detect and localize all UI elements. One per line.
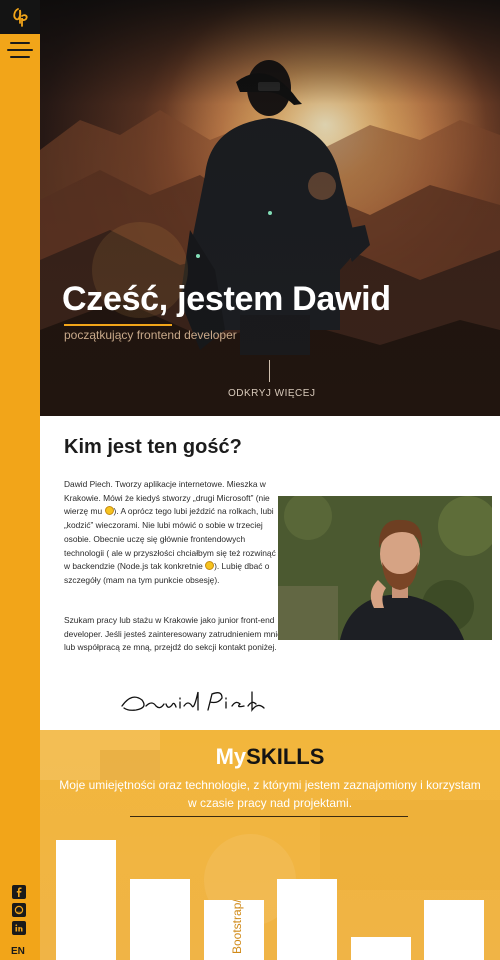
hero-divider — [269, 360, 270, 382]
skill-bar — [130, 879, 190, 960]
facebook-glyph — [16, 887, 22, 897]
hero-title-underline — [64, 324, 172, 326]
linkedin-glyph — [15, 924, 23, 932]
hamburger-icon[interactable] — [6, 40, 34, 60]
skill-bar: Bootstrap/Flex — [204, 900, 264, 960]
hero-section: Cześć, jestem Dawid początkujący fronten… — [40, 0, 500, 416]
skills-title-strong: SKILLS — [246, 744, 325, 769]
skill-bar — [424, 900, 484, 960]
language-switch[interactable]: EN — [11, 946, 25, 957]
skill-bar — [277, 879, 337, 960]
linkedin-icon[interactable] — [12, 921, 26, 935]
discover-more-link[interactable]: ODKRYJ WIĘCEJ — [228, 388, 315, 399]
github-glyph — [14, 905, 24, 915]
skills-title: MySKILLS — [40, 744, 500, 770]
skills-description: Moje umiejętności oraz technologie, z kt… — [59, 778, 481, 810]
hero-subtitle: początkujący frontend developer — [64, 328, 237, 342]
about-section: Kim jest ten gość? Dawid Piech. Tworzy a… — [40, 416, 500, 730]
about-title: Kim jest ten gość? — [64, 436, 242, 458]
smile-emoji-icon — [205, 561, 215, 571]
logo[interactable] — [0, 0, 40, 34]
facebook-icon[interactable] — [12, 885, 26, 899]
skills-divider — [130, 816, 408, 817]
github-icon[interactable] — [12, 903, 26, 917]
profile-photo-image — [278, 496, 492, 640]
skill-bar-label: Bootstrap/Flex — [230, 900, 244, 954]
dp-logo-icon — [13, 8, 28, 27]
about-paragraph-1: Dawid Piech. Tworzy aplikacje internetow… — [64, 478, 282, 588]
sidebar: EN — [0, 0, 40, 960]
smile-emoji-icon — [104, 506, 114, 516]
hero-title: Cześć, jestem Dawid — [62, 280, 391, 318]
skill-bar — [56, 840, 116, 960]
menu-line — [10, 56, 30, 58]
signature — [121, 691, 265, 712]
skills-title-light: My — [215, 744, 247, 769]
about-paragraph-2: Szukam pracy lub stażu w Krakowie jako j… — [64, 615, 282, 653]
profile-photo — [278, 496, 492, 640]
skills-section: MySKILLS Moje umiejętności oraz technolo… — [40, 730, 500, 960]
hero-background — [40, 0, 500, 416]
skill-bar — [351, 937, 411, 960]
menu-line — [7, 49, 33, 51]
menu-line — [10, 42, 30, 44]
